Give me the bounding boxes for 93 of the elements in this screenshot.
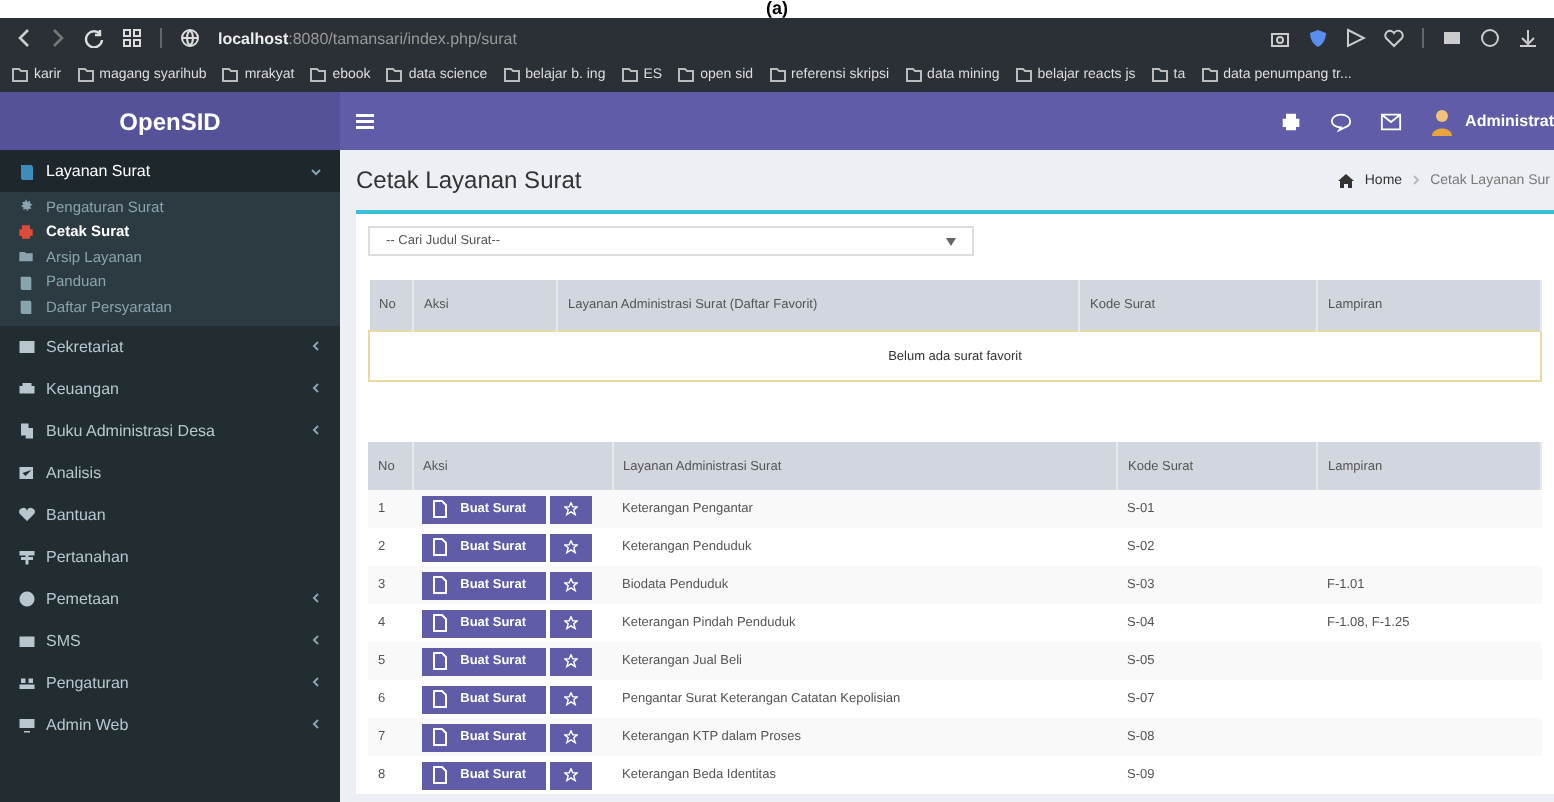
home-icon (1338, 173, 1355, 187)
sidebar-item[interactable]: Bantuan (0, 493, 340, 535)
folder-icon (905, 68, 922, 82)
sidebar-item[interactable]: Buku Administrasi Desa (0, 409, 340, 451)
favorite-button[interactable] (550, 609, 592, 637)
globe-icon (18, 589, 36, 607)
folder-icon (678, 68, 695, 82)
separator-icon (1412, 174, 1421, 186)
send-icon[interactable] (1346, 28, 1366, 48)
checkbox-icon (18, 463, 36, 481)
star-icon (564, 540, 578, 554)
sidebar-item[interactable]: Pertanahan (0, 535, 340, 577)
star-icon (564, 692, 578, 706)
sidebar-item[interactable]: Sekretariat (0, 325, 340, 367)
sidebar-item[interactable]: Layanan Surat (0, 150, 340, 192)
copy-icon (18, 421, 36, 439)
print-icon[interactable] (1279, 111, 1302, 131)
forward-icon[interactable] (50, 28, 66, 48)
mail-icon[interactable] (1379, 111, 1402, 131)
star-icon (564, 654, 578, 668)
favorite-button[interactable] (550, 533, 592, 561)
favorite-button[interactable] (550, 647, 592, 675)
folder-icon (77, 68, 94, 82)
star-icon (564, 578, 578, 592)
folder-icon (769, 68, 786, 82)
users-icon (18, 673, 36, 691)
favorite-button[interactable] (550, 495, 592, 523)
sidebar-item[interactable]: Pemetaan (0, 577, 340, 619)
sidebar-item[interactable]: Analisis (0, 451, 340, 493)
gear-icon (18, 198, 34, 215)
folder-icon (1201, 68, 1218, 82)
favorite-button[interactable] (550, 571, 592, 599)
file-icon (432, 652, 448, 670)
folder-icon (222, 68, 239, 82)
folder-icon (18, 248, 34, 265)
caret-icon (946, 237, 956, 245)
chevron-left-icon (310, 592, 322, 604)
camera-icon[interactable] (1270, 28, 1290, 48)
sidebar-icon[interactable] (1442, 28, 1462, 48)
chevron-left-icon (310, 676, 322, 688)
star-icon (564, 768, 578, 782)
square-icon (18, 337, 36, 355)
avatar-icon (1429, 107, 1454, 135)
heart-icon (18, 505, 36, 523)
file-icon (432, 614, 448, 632)
sidebar-item[interactable]: Admin Web (0, 703, 340, 745)
shield-icon[interactable] (1308, 28, 1328, 48)
chevron-left-icon (310, 340, 322, 352)
printer-icon (18, 223, 34, 240)
chat-icon[interactable] (1329, 111, 1352, 131)
chevron-left-icon (310, 424, 322, 436)
star-icon (564, 502, 578, 516)
star-icon (564, 616, 578, 630)
reload-icon[interactable] (84, 28, 104, 48)
folder-icon (1015, 68, 1032, 82)
envelope-icon (18, 631, 36, 649)
page-title: Cetak Layanan Surat (356, 166, 582, 194)
folder-icon (503, 68, 520, 82)
chevron-left-icon (310, 718, 322, 730)
favorite-button[interactable] (550, 723, 592, 751)
folder-icon (12, 68, 28, 82)
chevron-down-icon (310, 165, 322, 177)
file-icon (432, 728, 448, 746)
file-icon (432, 766, 448, 784)
sidebar-item[interactable]: SMS (0, 619, 340, 661)
monitor-icon (18, 715, 36, 733)
star-icon (564, 730, 578, 744)
sidebar-item[interactable]: Pengaturan (0, 661, 340, 703)
download-icon[interactable] (1518, 28, 1538, 48)
back-icon[interactable] (16, 28, 32, 48)
menu-icon[interactable] (356, 113, 374, 129)
file-icon (432, 538, 448, 556)
sidebar-item[interactable]: Keuangan (0, 367, 340, 409)
folder-icon (1151, 68, 1168, 82)
grid-icon[interactable] (122, 28, 142, 48)
favorite-button[interactable] (550, 685, 592, 713)
folder-icon (621, 68, 638, 82)
file-icon (432, 500, 448, 518)
chevron-left-icon (310, 634, 322, 646)
file-icon (432, 576, 448, 594)
book-icon (18, 162, 36, 180)
folder-icon (310, 68, 327, 82)
chevron-left-icon (310, 382, 322, 394)
heart-icon[interactable] (1384, 28, 1404, 48)
address-bar[interactable]: localhost:8080/tamansari/index.php/surat (218, 29, 517, 47)
favorite-button[interactable] (550, 761, 592, 789)
file-icon (432, 690, 448, 708)
signpost-icon (18, 547, 36, 565)
user-name[interactable]: Administrat (1465, 112, 1554, 130)
folder-icon (386, 68, 403, 82)
figure-caption: (a) (766, 0, 788, 18)
globe-icon (180, 28, 200, 48)
brand-logo[interactable]: OpenSID (0, 92, 340, 150)
